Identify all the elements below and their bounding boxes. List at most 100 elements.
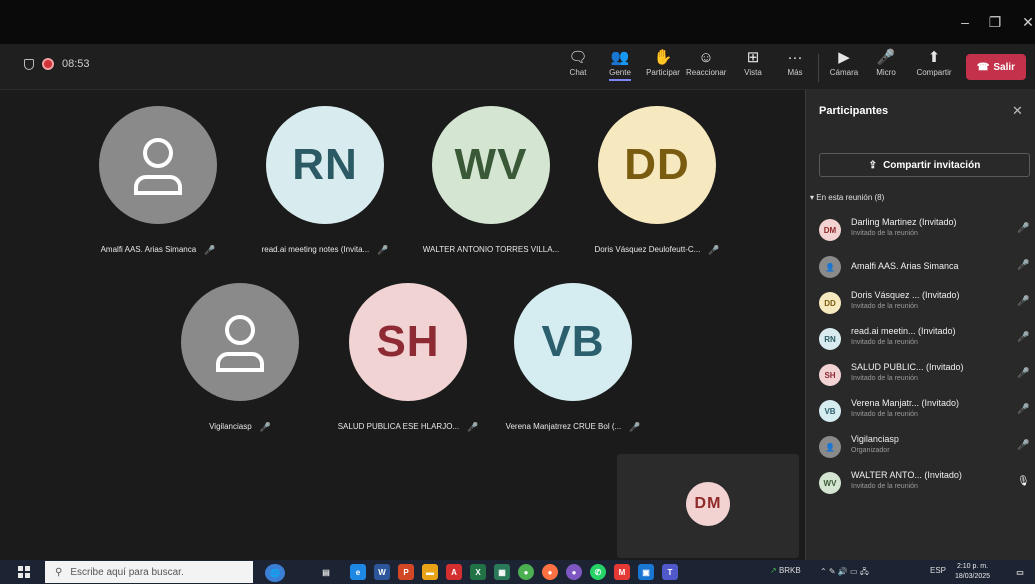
participant-row[interactable]: VB Verena Manjatr... (Invitado) Invitado… [819,395,1031,429]
avatar [181,283,299,401]
teams-icon[interactable]: T [662,564,678,580]
participant-row[interactable]: SH SALUD PUBLIC... (Invitado) Invitado d… [819,359,1031,393]
mic-button[interactable]: 🎤 Micro [866,48,906,77]
shield-icon [24,58,34,70]
participant-tile[interactable]: RN read.ai meeting notes (Invita... 🎤 [245,106,405,256]
avatar [99,106,217,224]
clock[interactable]: 2:10 p. m. 18/03/2025 [955,562,990,582]
view-button[interactable]: ⊞ Vista [733,48,773,77]
participant-tile[interactable]: Amalfi AAS. Arias Simanca 🎤 [78,106,238,256]
system-tray-icons[interactable]: ⌃ ✎ 🔊 ▭ 🖧 [820,566,869,580]
avatar: VB [819,400,841,422]
section-header[interactable]: ▾ En esta reunión (8) [810,193,884,202]
participant-row[interactable]: DM Darling Martinez (Invitado) Invitado … [819,214,1031,248]
more-dots-icon: ··· [787,49,803,66]
avatar: 👤 [819,436,841,458]
tile-name: Vigilanciasp [209,422,252,431]
participant-row[interactable]: WV WALTER ANTO... (Invitado) Invitado de… [819,467,1031,501]
meeting-timer: 08:53 [62,58,90,70]
edge-icon[interactable]: e [350,564,366,580]
mail-icon[interactable]: M [614,564,630,580]
chat-button[interactable]: 🗨 Chat [558,48,598,77]
participant-role: Invitado de la reunión [851,339,918,346]
camera-button[interactable]: ▶ Cámara [824,48,864,77]
participant-name: Vigilanciasp [851,434,899,444]
whatsapp-icon[interactable]: ✆ [590,564,606,580]
excel-icon[interactable]: X [470,564,486,580]
avatar: RN [819,328,841,350]
participant-tile[interactable]: SH SALUD PUBLICA ESE HLARJO... 🎤 [328,283,488,433]
close-window-button[interactable]: ✕ [1018,12,1035,32]
participant-role: Invitado de la reunión [851,483,918,490]
participant-tile[interactable]: WV WALTER ANTONIO TORRES VILLA... [411,106,571,254]
app-icon-browser[interactable]: 🌐 [265,564,285,582]
mic-off-icon: 🎤 [467,422,479,432]
search-icon: ⚲ [55,566,63,578]
tile-name: SALUD PUBLICA ESE HLARJO... [337,422,460,431]
video-stage: Amalfi AAS. Arias Simanca 🎤 RN read.ai me… [0,90,805,560]
firefox-icon[interactable]: ● [542,564,558,580]
recording-icon [42,58,54,70]
more-button[interactable]: ··· Más [775,48,815,77]
taskbar-search[interactable]: ⚲ Escribe aquí para buscar. [45,561,253,583]
folder-icon[interactable]: ▬ [422,564,438,580]
avatar: RN [266,106,384,224]
avatar: DD [598,106,716,224]
minimize-button[interactable]: – [955,12,975,32]
mic-off-icon: 🎤 [1017,368,1030,379]
avatar: WV [819,472,841,494]
task-view-icon[interactable]: ▤ [318,564,334,580]
mic-off-icon: 🎤 [377,245,389,255]
grid-icon: ⊞ [746,49,760,66]
person-icon [216,315,264,372]
app-icon[interactable]: ● [566,564,582,580]
word-icon[interactable]: W [374,564,390,580]
participant-row[interactable]: 👤 Vigilanciasp Organizador 🎤 [819,431,1031,465]
mic-off-icon: 🎤 [204,245,216,255]
meeting-toolbar: 08:53 🗨 Chat 👥 Gente ✋ Participar ☺ Reac… [0,44,1035,90]
participant-role: Invitado de la reunión [851,303,918,310]
participant-row[interactable]: RN read.ai meetin... (Invitado) Invitado… [819,323,1031,357]
maximize-button[interactable]: ❐ [985,12,1005,32]
share-icon: ⬆ [927,49,941,66]
stock-widget[interactable]: ↗ BRKB [770,566,801,575]
participant-role: Organizador [851,447,890,454]
avatar: 👤 [819,256,841,278]
meeting-status: 08:53 [24,58,90,70]
avatar: VB [514,283,632,401]
share-button[interactable]: ⬆ Compartir [914,48,954,77]
share-invite-button[interactable]: ⇪ Compartir invitación [819,153,1030,177]
tile-name: Amalfi AAS. Arias Simanca [100,245,197,254]
participant-tile[interactable]: VB Verena Manjatrrez CRUE Bol (... 🎤 [493,283,653,433]
mic-off-icon: 🎤 [1017,440,1030,451]
person-icon [134,138,182,195]
self-view[interactable]: DM [617,454,799,558]
react-button[interactable]: ☺ Reaccionar [686,48,726,77]
avatar: SH [349,283,467,401]
leave-button[interactable]: ☎ Salir [966,54,1026,80]
participant-row[interactable]: DD Doris Vásquez ... (Invitado) Invitado… [819,287,1031,321]
mic-off-icon: 🎤 [708,245,720,255]
raise-hand-button[interactable]: ✋ Participar [643,48,683,77]
close-icon[interactable]: ✕ [1012,103,1023,119]
avatar: DD [819,292,841,314]
powerpoint-icon[interactable]: P [398,564,414,580]
mic-off-icon: 🎤 [1017,223,1030,234]
participant-row[interactable]: 👤 Amalfi AAS. Arias Simanca 🎤 [819,251,1031,285]
trend-up-icon: ↗ [770,566,777,575]
chrome-icon[interactable]: ● [518,564,534,580]
participant-tile[interactable]: DD Doris Vásquez Deulofeutt-C... 🎤 [577,106,737,256]
participants-panel: Participantes ✕ ⇪ Compartir invitación ▾… [805,90,1035,560]
store-icon[interactable]: ▣ [638,564,654,580]
windows-start-icon[interactable] [18,566,30,578]
mic-off-icon: 🎤 [1017,260,1030,271]
notification-icon[interactable]: ▭ [1012,564,1028,580]
language-indicator[interactable]: ESP [930,566,946,575]
self-avatar: DM [686,482,730,526]
people-button[interactable]: 👥 Gente [600,48,640,81]
participant-tile[interactable]: Vigilanciasp 🎤 [160,283,320,433]
calculator-icon[interactable]: ▦ [494,564,510,580]
participant-role: Invitado de la reunión [851,375,918,382]
pdf-icon[interactable]: A [446,564,462,580]
phone-icon: ☎ [976,61,990,73]
